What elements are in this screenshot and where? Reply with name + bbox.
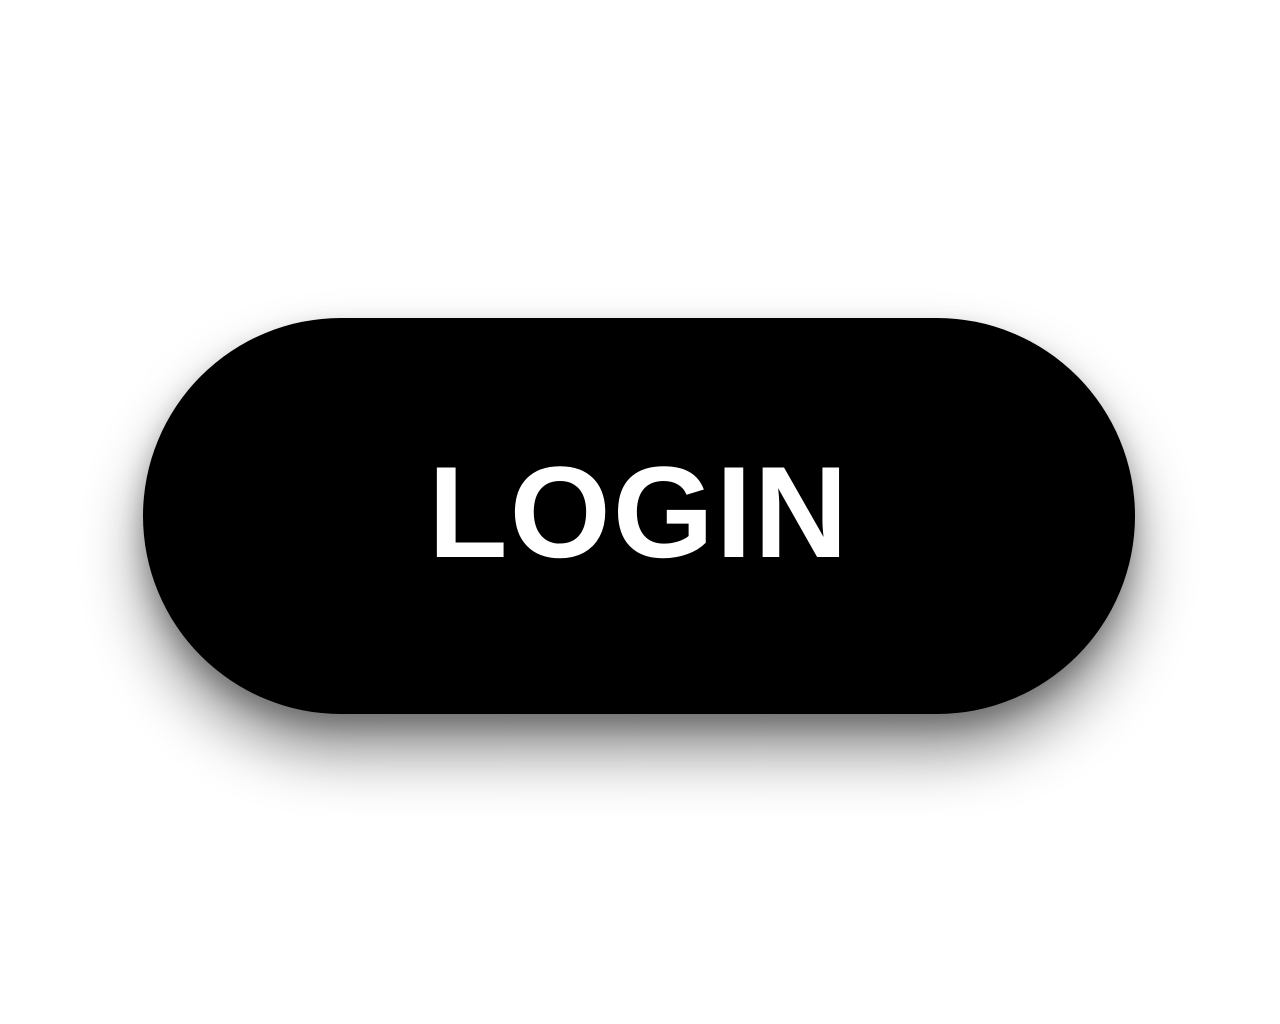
login-button-label: LOGIN: [428, 439, 850, 585]
login-button[interactable]: LOGIN: [143, 318, 1135, 714]
page: LOGIN: [0, 0, 1280, 1024]
